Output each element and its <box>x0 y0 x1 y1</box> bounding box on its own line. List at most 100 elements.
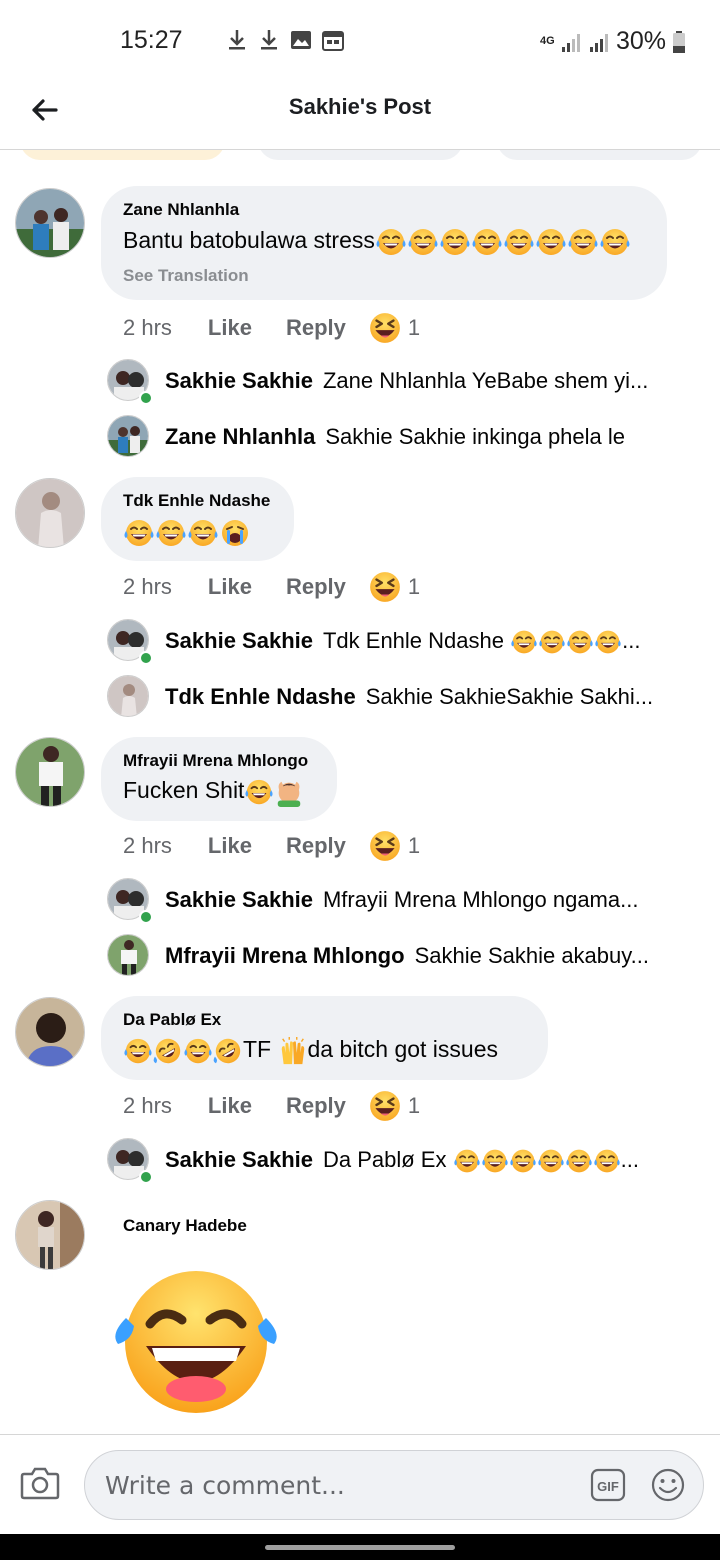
sticker[interactable] <box>112 1268 280 1421</box>
comment-author[interactable]: Mfrayii Mrena Mhlongo <box>123 751 315 771</box>
tears-of-joy-emoji <box>123 517 155 549</box>
reply-author[interactable]: Sakhie Sakhie <box>165 887 313 912</box>
comment-text: Fucken Shit <box>123 777 315 807</box>
reply-text: Zane Nhlanhla Sakhie Sakhie inkinga phela… <box>165 424 680 450</box>
gif-button[interactable]: GIF <box>590 1468 626 1507</box>
tears-of-joy-emoji <box>566 628 594 656</box>
comment-author[interactable]: Zane Nhlanhla <box>123 200 645 220</box>
avatar[interactable] <box>107 934 149 976</box>
camera-icon <box>20 1467 60 1500</box>
avatar[interactable] <box>15 737 85 807</box>
online-status-indicator <box>139 391 153 405</box>
avatar[interactable] <box>15 1200 85 1270</box>
reply-preview[interactable]: Sakhie Sakhie Zane Nhlanhla YeBabe shem y… <box>107 359 687 405</box>
reply-author[interactable]: Tdk Enhle Ndashe <box>165 684 356 709</box>
comment-author[interactable]: Canary Hadebe <box>123 1216 247 1236</box>
haha-reaction-icon[interactable] <box>368 1089 402 1123</box>
tears-of-joy-emoji <box>538 628 566 656</box>
reply-button[interactable]: Reply <box>286 1093 346 1119</box>
post-header: Sakhie's Post <box>0 82 720 150</box>
tears-of-joy-emoji <box>123 1036 153 1066</box>
reply-button[interactable]: Reply <box>286 315 346 341</box>
signal-icon <box>589 33 608 52</box>
gif-label: GIF <box>597 1479 619 1494</box>
comment-bubble[interactable]: Zane Nhlanhla Bantu batobulawa stress Se… <box>101 186 667 300</box>
tears-of-joy-emoji <box>509 1147 537 1175</box>
reaction-count[interactable]: 1 <box>408 315 420 341</box>
signal-icon <box>561 33 580 52</box>
reply-author[interactable]: Mfrayii Mrena Mhlongo <box>165 943 405 968</box>
comment-bubble[interactable]: Tdk Enhle Ndashe <box>101 477 294 561</box>
reply-snippet: Sakhie Sakhie akabuy... <box>414 943 649 968</box>
reply-snippet: Mfrayii Mrena Mhlongo ngama... <box>322 887 639 912</box>
reply-author[interactable]: Sakhie Sakhie <box>165 628 313 653</box>
reaction-count[interactable]: 1 <box>408 574 420 600</box>
comment-time: 2 hrs <box>123 315 172 340</box>
tears-of-joy-emoji <box>244 777 274 807</box>
network-type: 4G <box>539 35 555 47</box>
comment-author[interactable]: Tdk Enhle Ndashe <box>123 491 272 511</box>
haha-reaction-icon[interactable] <box>368 311 402 345</box>
reply-snippet: Da Pablø Ex <box>322 1147 447 1172</box>
haha-reaction-icon[interactable] <box>368 570 402 604</box>
tears-of-joy-emoji <box>481 1147 509 1175</box>
comment-author[interactable]: Da Pablø Ex <box>123 1010 526 1030</box>
camera-button[interactable] <box>20 1465 60 1506</box>
comment-bubble[interactable]: Da Pablø Ex TF da bitch got issues <box>101 996 548 1080</box>
see-translation-link[interactable]: See Translation <box>123 266 645 286</box>
avatar[interactable] <box>107 675 149 717</box>
reply-text: Tdk Enhle Ndashe Sakhie SakhieSakhie Sakh… <box>165 684 680 710</box>
status-bar: 15:27 4G 30% <box>0 0 720 82</box>
like-button[interactable]: Like <box>208 315 252 341</box>
reply-preview[interactable]: Sakhie Sakhie Mfrayii Mrena Mhlongo ngama… <box>107 878 687 924</box>
status-time: 15:27 <box>120 26 183 54</box>
gif-icon: GIF <box>590 1468 626 1502</box>
download-icon <box>229 30 245 50</box>
reaction-chip[interactable] <box>258 150 463 160</box>
tears-of-joy-emojis <box>375 227 631 253</box>
calendar-icon <box>322 31 344 51</box>
avatar[interactable] <box>15 997 85 1067</box>
tears-of-joy-emoji <box>439 226 471 258</box>
tears-of-joy-emoji <box>155 517 187 549</box>
comment-time: 2 hrs <box>123 574 172 599</box>
reply-snippet: Sakhie Sakhie inkinga phela le <box>325 424 626 449</box>
facepalm-emoji <box>274 777 304 807</box>
reply-snippet: Tdk Enhle Ndashe <box>322 628 504 653</box>
tears-of-joy-emoji <box>503 226 535 258</box>
tears-of-joy-emoji <box>407 226 439 258</box>
comment-time: 2 hrs <box>123 833 172 858</box>
tears-of-joy-emoji <box>567 226 599 258</box>
emoji-picker-button[interactable] <box>650 1467 686 1508</box>
reaction-count[interactable]: 1 <box>408 833 420 859</box>
reply-preview[interactable]: Sakhie Sakhie Tdk Enhle Ndashe ... <box>107 619 687 665</box>
like-button[interactable]: Like <box>208 1093 252 1119</box>
system-navigation-bar <box>0 1534 720 1560</box>
comment-bubble[interactable]: Mfrayii Mrena Mhlongo Fucken Shit <box>101 737 337 821</box>
raising-hands-emoji <box>278 1036 308 1066</box>
like-button[interactable]: Like <box>208 574 252 600</box>
avatar[interactable] <box>107 415 149 457</box>
battery-icon <box>673 30 685 53</box>
reaction-chip[interactable] <box>20 150 225 160</box>
reply-author[interactable]: Zane Nhlanhla <box>165 424 315 449</box>
reaction-count[interactable]: 1 <box>408 1093 420 1119</box>
notification-icons <box>226 28 344 52</box>
like-button[interactable]: Like <box>208 833 252 859</box>
reply-author[interactable]: Sakhie Sakhie <box>165 368 313 393</box>
avatar[interactable] <box>15 478 85 548</box>
avatar[interactable] <box>15 188 85 258</box>
reply-preview[interactable]: Zane Nhlanhla Sakhie Sakhie inkinga phela… <box>107 415 687 459</box>
reply-preview[interactable]: Tdk Enhle Ndashe Sakhie SakhieSakhie Sakh… <box>107 675 687 719</box>
reply-preview[interactable]: Sakhie Sakhie Da Pablø Ex ... <box>107 1138 687 1184</box>
reply-author[interactable]: Sakhie Sakhie <box>165 1147 313 1172</box>
reply-button[interactable]: Reply <box>286 833 346 859</box>
home-gesture-handle[interactable] <box>265 1545 455 1550</box>
reply-button[interactable]: Reply <box>286 574 346 600</box>
battery-percent: 30% <box>615 27 666 55</box>
haha-reaction-icon[interactable] <box>368 829 402 863</box>
reply-preview[interactable]: Mfrayii Mrena Mhlongo Sakhie Sakhie akabu… <box>107 934 687 978</box>
reaction-chip[interactable] <box>497 150 702 160</box>
laughing-tears-sticker-icon <box>115 1271 277 1413</box>
tears-of-joy-emoji <box>535 226 567 258</box>
